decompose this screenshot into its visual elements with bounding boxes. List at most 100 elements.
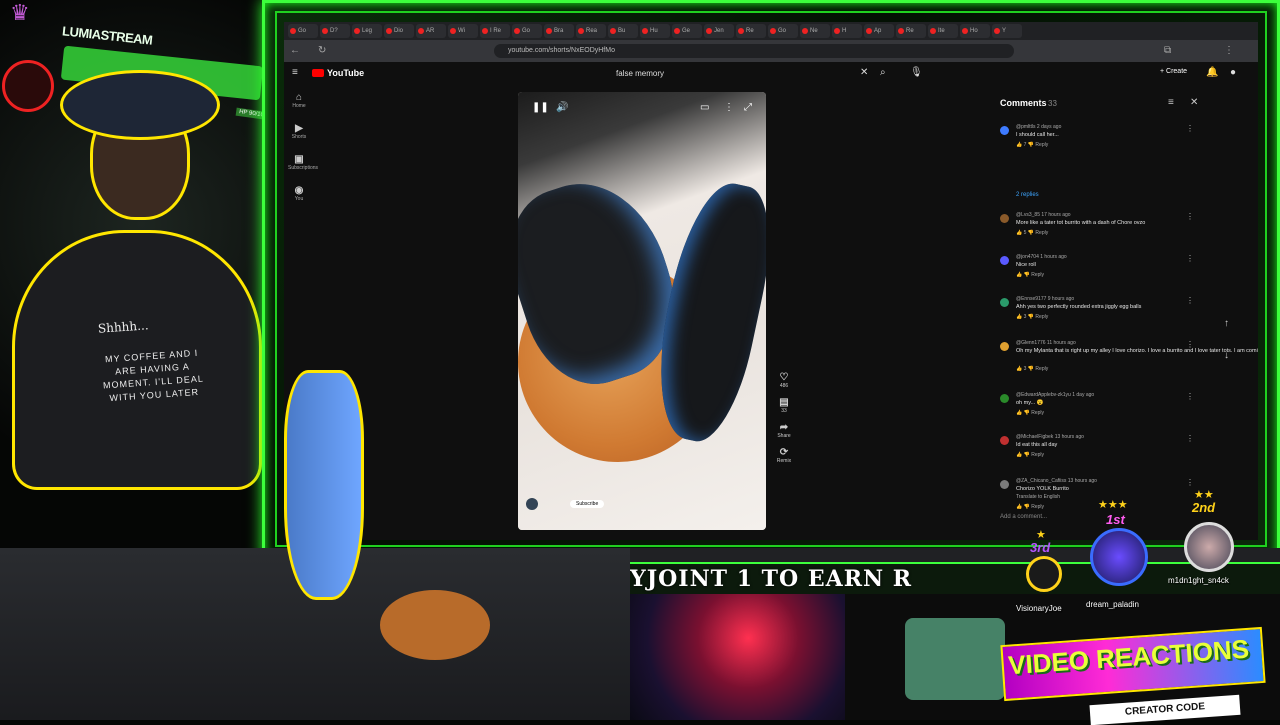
- comment-avatar[interactable]: [1000, 480, 1009, 489]
- comment-author[interactable]: @Ennse9177 9 hours ago: [1016, 296, 1074, 302]
- reply-button[interactable]: Reply: [1031, 452, 1044, 458]
- browser-tab[interactable]: Bu: [608, 24, 638, 38]
- comment-author[interactable]: @ZA_Chicano_Cafiiss 13 hours ago: [1016, 478, 1097, 484]
- reply-button[interactable]: Reply: [1035, 142, 1048, 148]
- comment-more-icon[interactable]: ⋮: [1186, 124, 1194, 133]
- browser-tab[interactable]: AR: [416, 24, 446, 38]
- replies-toggle[interactable]: 2 replies: [1016, 192, 1039, 198]
- comment-author[interactable]: @MichaelFigbek 13 hours ago: [1016, 434, 1084, 440]
- like-icon[interactable]: 👍: [1016, 366, 1024, 372]
- reply-button[interactable]: Reply: [1031, 410, 1044, 416]
- sort-icon[interactable]: ≡: [1168, 97, 1174, 108]
- browser-tab[interactable]: Rea: [576, 24, 606, 38]
- shorts-action-button[interactable]: ⟳ Remix: [776, 447, 792, 464]
- create-button[interactable]: + Create: [1160, 68, 1187, 75]
- browser-tab[interactable]: Bra: [544, 24, 574, 38]
- sidebar-item-subscriptions[interactable]: ▣ Subscriptions: [288, 154, 318, 171]
- comment-more-icon[interactable]: ⋮: [1186, 392, 1194, 401]
- reply-button[interactable]: Reply: [1035, 314, 1048, 320]
- comment-more-icon[interactable]: ⋮: [1186, 340, 1194, 349]
- browser-tab[interactable]: Leg: [352, 24, 382, 38]
- captions-icon[interactable]: ▭: [700, 102, 709, 113]
- channel-avatar[interactable]: [526, 498, 538, 510]
- mic-icon[interactable]: 🎙: [910, 67, 923, 78]
- browser-tab[interactable]: Dio: [384, 24, 414, 38]
- pause-icon[interactable]: ❚❚: [532, 102, 549, 113]
- browser-tab[interactable]: Ap: [864, 24, 894, 38]
- shorts-action-button[interactable]: ➦ Share: [776, 422, 792, 439]
- browser-tab[interactable]: I Re: [480, 24, 510, 38]
- account-avatar[interactable]: ●: [1230, 67, 1236, 78]
- comment-more-icon[interactable]: ⋮: [1186, 212, 1194, 221]
- like-icon[interactable]: 👍: [1016, 230, 1024, 236]
- hamburger-icon[interactable]: ≡: [292, 67, 298, 78]
- arrow-up-icon[interactable]: ↑: [1224, 318, 1229, 329]
- browser-tab[interactable]: Ne: [800, 24, 830, 38]
- reply-button[interactable]: Reply: [1031, 504, 1044, 510]
- shorts-action-button[interactable]: ▤ 33: [776, 397, 792, 414]
- browser-tab[interactable]: Go: [288, 24, 318, 38]
- comment-more-icon[interactable]: ⋮: [1186, 434, 1194, 443]
- reply-button[interactable]: Reply: [1035, 366, 1048, 372]
- browser-tab[interactable]: Ho: [960, 24, 990, 38]
- browser-tab[interactable]: Re: [736, 24, 766, 38]
- comment-avatar[interactable]: [1000, 214, 1009, 223]
- back-icon[interactable]: ←: [290, 45, 300, 56]
- search-input[interactable]: false memory: [616, 69, 664, 78]
- comment-avatar[interactable]: [1000, 256, 1009, 265]
- shorts-video[interactable]: ❚❚ 🔊 ▭ ⋮ ⤢ Subscribe: [518, 92, 766, 530]
- notifications-icon[interactable]: 🔔: [1206, 67, 1218, 78]
- like-icon[interactable]: 👍: [1016, 410, 1024, 416]
- sidebar-item-home[interactable]: ⌂ Home: [288, 92, 310, 109]
- browser-tab[interactable]: Ite: [928, 24, 958, 38]
- close-icon[interactable]: ✕: [1190, 97, 1198, 108]
- extensions-icon[interactable]: ⧉: [1164, 45, 1171, 56]
- reply-button[interactable]: Reply: [1031, 272, 1044, 278]
- comment-avatar[interactable]: [1000, 342, 1009, 351]
- arrow-down-icon[interactable]: ↓: [1224, 350, 1229, 361]
- comment-author[interactable]: @jon4704 1 hours ago: [1016, 254, 1067, 260]
- clear-search-icon[interactable]: ✕: [860, 67, 868, 78]
- browser-tab[interactable]: Jen: [704, 24, 734, 38]
- sidebar-item-shorts[interactable]: ▶ Shorts: [288, 123, 310, 140]
- fullscreen-icon[interactable]: ⤢: [744, 102, 752, 113]
- comment-author[interactable]: @Glenn1776 11 hours ago: [1016, 340, 1076, 346]
- like-icon[interactable]: 👍: [1016, 504, 1024, 510]
- translate-link[interactable]: Translate to English: [1016, 494, 1060, 500]
- add-comment-input[interactable]: Add a comment...: [1000, 514, 1047, 520]
- like-icon[interactable]: 👍: [1016, 142, 1024, 148]
- volume-icon[interactable]: 🔊: [556, 102, 568, 113]
- browser-tab[interactable]: Y: [992, 24, 1022, 38]
- comment-more-icon[interactable]: ⋮: [1186, 478, 1194, 487]
- comment-avatar[interactable]: [1000, 126, 1009, 135]
- reply-button[interactable]: Reply: [1035, 230, 1048, 236]
- like-icon[interactable]: 👍: [1016, 314, 1024, 320]
- shorts-action-button[interactable]: ♡ 486: [776, 372, 792, 389]
- subscribe-button[interactable]: Subscribe: [570, 500, 605, 508]
- comment-avatar[interactable]: [1000, 394, 1009, 403]
- reload-icon[interactable]: ↻: [318, 45, 326, 56]
- search-icon[interactable]: ⌕: [880, 67, 886, 78]
- like-icon[interactable]: 👍: [1016, 272, 1024, 278]
- comment-avatar[interactable]: [1000, 298, 1009, 307]
- url-input[interactable]: youtube.com/shorts/NxEODyHfMo: [494, 44, 1014, 58]
- browser-tab[interactable]: Hu: [640, 24, 670, 38]
- youtube-logo[interactable]: YouTube: [312, 68, 364, 78]
- like-icon[interactable]: 👍: [1016, 452, 1024, 458]
- sidebar-item-you[interactable]: ◉ You: [288, 185, 310, 202]
- browser-tab[interactable]: Re: [896, 24, 926, 38]
- comment-author[interactable]: @EdwardApplebv-zk1yu 1 day ago: [1016, 392, 1094, 398]
- browser-tab[interactable]: Wi: [448, 24, 478, 38]
- comment-author[interactable]: @pmlttls 2 days ago: [1016, 124, 1061, 130]
- comment-author[interactable]: @Lvs3_85 17 hours ago: [1016, 212, 1071, 218]
- comment-more-icon[interactable]: ⋮: [1186, 254, 1194, 263]
- comment-avatar[interactable]: [1000, 436, 1009, 445]
- more-icon[interactable]: ⋮: [724, 102, 734, 113]
- browser-tab[interactable]: Go: [768, 24, 798, 38]
- browser-tab[interactable]: Ge: [672, 24, 702, 38]
- browser-tab[interactable]: H: [832, 24, 862, 38]
- browser-tab[interactable]: D?: [320, 24, 350, 38]
- menu-icon[interactable]: ⋮: [1224, 45, 1234, 56]
- comment-more-icon[interactable]: ⋮: [1186, 296, 1194, 305]
- browser-tab[interactable]: Go: [512, 24, 542, 38]
